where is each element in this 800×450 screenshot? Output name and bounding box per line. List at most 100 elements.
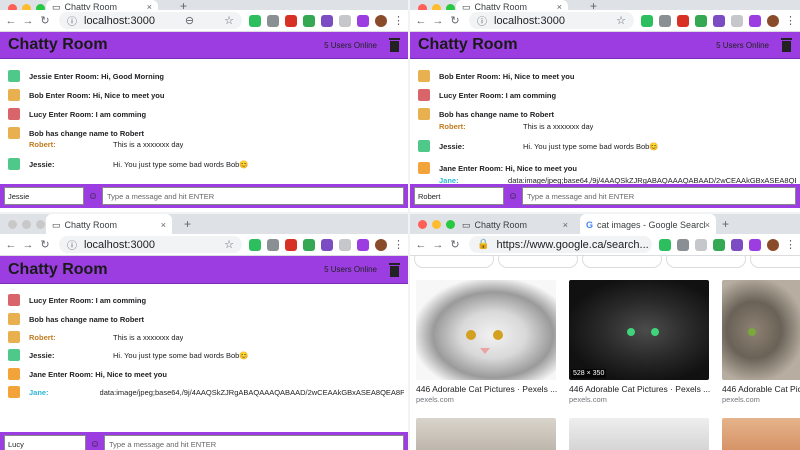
username-input[interactable]: Jessie	[4, 187, 84, 205]
zoom-icon[interactable]: ⊖	[179, 14, 194, 27]
new-tab-button[interactable]: +	[184, 218, 191, 230]
purple-extension-icon[interactable]	[321, 238, 333, 251]
red-extension-icon[interactable]	[677, 14, 689, 27]
close-tab-icon[interactable]: ×	[705, 220, 710, 230]
tab-chatty-room[interactable]: ▭ Chatty Room ×	[46, 214, 172, 236]
user-icon	[418, 162, 430, 174]
trash-icon[interactable]	[389, 38, 400, 52]
star-icon[interactable]: ☆	[610, 14, 626, 27]
username-input[interactable]: Robert	[414, 187, 504, 205]
red-extension-icon[interactable]	[285, 238, 297, 251]
address-bar[interactable]: ⓘ localhost:3000 ⊖ ☆	[59, 12, 242, 29]
red-extension-icon[interactable]	[285, 14, 297, 27]
reload-icon[interactable]: ↻	[38, 238, 52, 251]
username-input[interactable]: Lucy	[4, 435, 86, 450]
grey-extension-icon[interactable]	[731, 14, 743, 27]
trash-icon[interactable]	[389, 262, 400, 277]
window-controls[interactable]	[418, 220, 455, 229]
menu-kebab-icon[interactable]: ⋮	[785, 238, 796, 251]
cat-image-result[interactable]	[416, 280, 556, 380]
check-extension-icon[interactable]	[303, 238, 315, 251]
forward-icon[interactable]: →	[21, 239, 35, 251]
related-chip[interactable]	[666, 256, 746, 268]
back-icon[interactable]: ←	[414, 239, 428, 251]
related-chip[interactable]	[414, 256, 494, 268]
purple-extension-icon[interactable]	[321, 14, 333, 27]
result-source[interactable]: pexels.com	[722, 395, 760, 404]
profile-avatar[interactable]	[375, 14, 387, 27]
window-controls[interactable]	[8, 220, 45, 229]
purple-extension-icon[interactable]	[713, 14, 725, 27]
smiley-icon[interactable]: ☺	[507, 191, 519, 202]
new-tab-button[interactable]: +	[722, 218, 729, 230]
smiley-icon[interactable]: ☺	[87, 191, 99, 202]
tab-google-search[interactable]: G cat images - Google Search ×	[580, 214, 716, 236]
list-item: Jane Enter Room: Hi, Nice to meet you	[418, 162, 796, 174]
grey-extension-icon[interactable]	[339, 238, 351, 251]
address-bar[interactable]: ⓘ localhost:3000 ☆	[469, 12, 634, 29]
address-bar[interactable]: 🔒 https://www.google.ca/search... ☆	[469, 236, 652, 253]
pen-extension-icon[interactable]	[749, 14, 761, 27]
tab-chatty-room[interactable]: ▭ Chatty Room ×	[456, 214, 574, 236]
grey-extension-icon[interactable]	[339, 14, 351, 27]
evernote-extension-icon[interactable]	[641, 14, 653, 27]
result-source[interactable]: pexels.com	[569, 395, 607, 404]
message-input[interactable]: Type a message and hit ENTER	[522, 187, 796, 205]
puzzle-extension-icon[interactable]	[659, 14, 671, 27]
related-chip[interactable]	[750, 256, 800, 268]
address-bar[interactable]: ⓘ localhost:3000 ☆	[59, 236, 242, 253]
grey-extension-icon[interactable]	[695, 238, 707, 251]
pen-extension-icon[interactable]	[357, 14, 369, 27]
cat-image-result[interactable]	[569, 418, 709, 450]
chat-input-bar: Lucy ☺ Type a message and hit ENTER	[0, 432, 408, 450]
cat-image-result[interactable]	[722, 280, 800, 380]
back-icon[interactable]: ←	[4, 15, 18, 27]
profile-avatar[interactable]	[767, 14, 779, 27]
smiley-icon[interactable]: ☺	[89, 439, 101, 450]
forward-icon[interactable]: →	[21, 15, 35, 27]
result-title[interactable]: 446 Adorable Cat Pictures · Pexels ...	[722, 384, 800, 394]
cat-image-result[interactable]	[416, 418, 556, 450]
profile-avatar[interactable]	[375, 238, 387, 251]
cat-image-result[interactable]	[722, 418, 800, 450]
reload-icon[interactable]: ↻	[38, 14, 52, 27]
related-chip[interactable]	[498, 256, 578, 268]
message-input[interactable]: Type a message and hit ENTER	[102, 187, 404, 205]
pen-extension-icon[interactable]	[357, 238, 369, 251]
menu-kebab-icon[interactable]: ⋮	[393, 238, 404, 251]
browser-toolbar: ← → ↻ ⓘ localhost:3000 ☆ ⋮	[410, 10, 800, 32]
result-title[interactable]: 446 Adorable Cat Pictures · Pexels ...	[416, 384, 557, 394]
pen-extension-icon[interactable]	[749, 238, 761, 251]
back-icon[interactable]: ←	[414, 15, 428, 27]
profile-avatar[interactable]	[767, 238, 779, 251]
back-icon[interactable]: ←	[4, 239, 18, 251]
check-extension-icon[interactable]	[713, 238, 725, 251]
evernote-extension-icon[interactable]	[659, 238, 671, 251]
cat-image-result[interactable]: 528 × 350	[569, 280, 709, 380]
puzzle-extension-icon[interactable]	[267, 238, 279, 251]
puzzle-extension-icon[interactable]	[677, 238, 689, 251]
reload-icon[interactable]: ↻	[448, 238, 462, 251]
menu-kebab-icon[interactable]: ⋮	[785, 14, 796, 27]
evernote-extension-icon[interactable]	[249, 14, 261, 27]
message-input[interactable]: Type a message and hit ENTER	[104, 435, 404, 450]
related-chip[interactable]	[582, 256, 662, 268]
result-source[interactable]: pexels.com	[416, 395, 454, 404]
result-title[interactable]: 446 Adorable Cat Pictures · Pexels ...	[569, 384, 710, 394]
purple-extension-icon[interactable]	[731, 238, 743, 251]
star-icon[interactable]: ☆	[218, 238, 234, 251]
close-tab-icon[interactable]: ×	[161, 220, 166, 230]
close-tab-icon[interactable]: ×	[563, 220, 568, 230]
star-icon[interactable]: ☆	[649, 238, 652, 251]
check-extension-icon[interactable]	[695, 14, 707, 27]
google-icon: G	[586, 220, 594, 230]
evernote-extension-icon[interactable]	[249, 238, 261, 251]
star-icon[interactable]: ☆	[218, 14, 234, 27]
menu-kebab-icon[interactable]: ⋮	[393, 14, 404, 27]
forward-icon[interactable]: →	[431, 15, 445, 27]
reload-icon[interactable]: ↻	[448, 14, 462, 27]
trash-icon[interactable]	[781, 38, 792, 52]
forward-icon[interactable]: →	[431, 239, 445, 251]
check-extension-icon[interactable]	[303, 14, 315, 27]
puzzle-extension-icon[interactable]	[267, 14, 279, 27]
